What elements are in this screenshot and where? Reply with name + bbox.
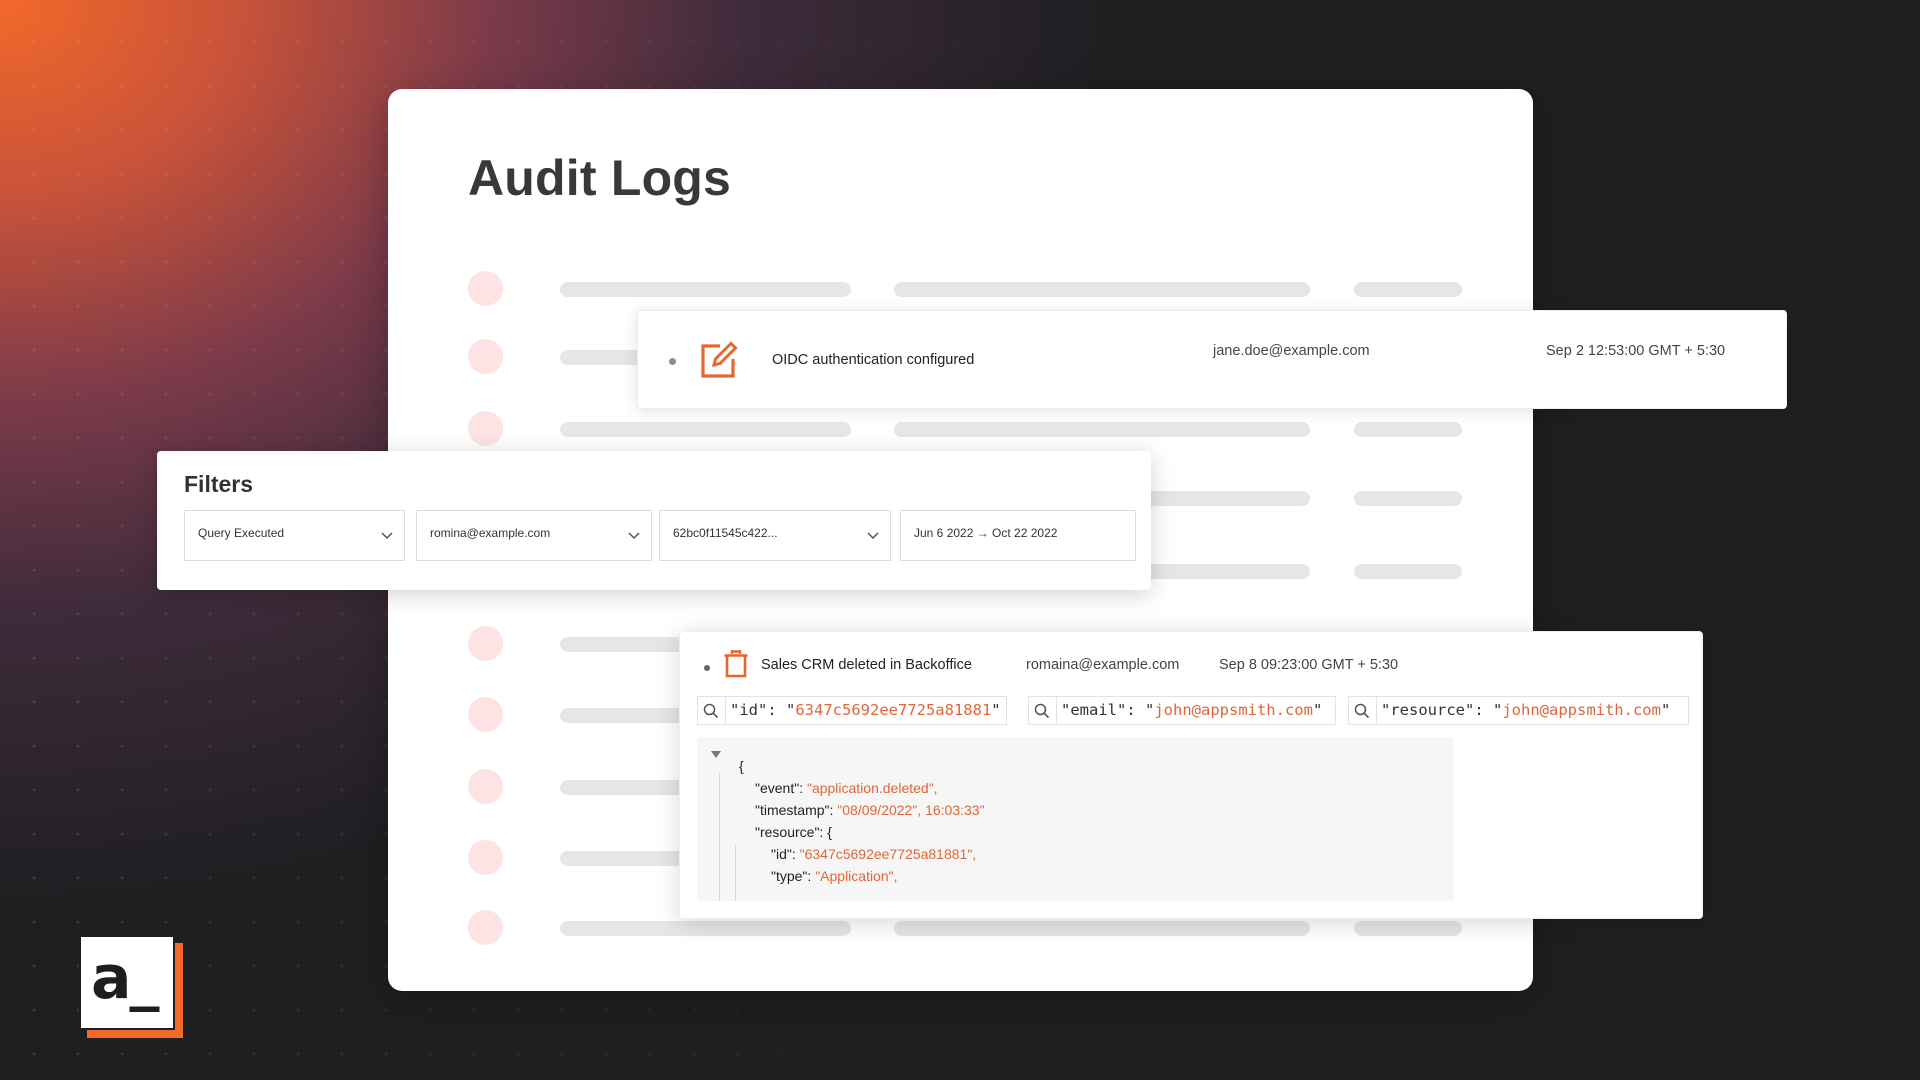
search-chip-id[interactable]: "id": "6347c5692ee7725a81881" (697, 696, 1007, 725)
chevron-down-icon (867, 532, 879, 540)
event-user: romaina@example.com (1026, 657, 1180, 673)
chip-text: "email": "john@appsmith.com" (1061, 701, 1323, 719)
appsmith-logo: a_ (79, 935, 183, 1038)
skeleton-avatar (468, 626, 503, 661)
json-line: "event": "application.deleted", (755, 780, 938, 796)
log-entry-oidc[interactable]: OIDC authentication configured jane.doe@… (637, 310, 1787, 409)
edit-icon (701, 341, 738, 378)
search-icon (1354, 703, 1370, 719)
skeleton-bar (560, 282, 851, 297)
log-entry-detail[interactable]: Sales CRM deleted in Backoffice romaina@… (679, 631, 1703, 919)
filters-title: Filters (184, 471, 254, 497)
filter-value: Jun 6 2022 → Oct 22 2022 (914, 526, 1058, 540)
json-guide-line (735, 845, 736, 901)
skeleton-avatar (468, 840, 503, 875)
event-name: Sales CRM deleted in Backoffice (761, 657, 972, 673)
filter-value: 62bc0f11545c422... (673, 526, 778, 540)
chevron-down-icon (381, 532, 393, 540)
logo-text: a_ (91, 943, 159, 1013)
skeleton-bar (894, 282, 1310, 297)
skeleton-row (388, 408, 1533, 448)
json-line: "type": "Application", (771, 868, 898, 884)
skeleton-avatar (468, 411, 503, 446)
skeleton-avatar (468, 339, 503, 374)
skeleton-avatar (468, 697, 503, 732)
page-title: Audit Logs (468, 150, 732, 206)
event-type-filter[interactable]: Query Executed (184, 510, 405, 561)
logo-face: a_ (79, 935, 175, 1030)
chip-text: "id": "6347c5692ee7725a81881" (730, 701, 1001, 719)
skeleton-avatar (468, 769, 503, 804)
skeleton-avatar (468, 271, 503, 306)
skeleton-bar (894, 921, 1310, 936)
filter-value: Query Executed (198, 526, 285, 540)
chip-divider (1056, 697, 1057, 724)
skeleton-bar (1354, 564, 1462, 579)
resource-id-filter[interactable]: 62bc0f11545c422... (659, 510, 891, 561)
chip-divider (725, 697, 726, 724)
chip-text: "resource": "john@appsmith.com" (1381, 701, 1671, 719)
bullet-dot (704, 665, 710, 671)
event-name: OIDC authentication configured (772, 352, 975, 368)
collapse-caret-icon[interactable] (711, 751, 721, 759)
skeleton-bar (560, 921, 851, 936)
json-line: "id": "6347c5692ee7725a81881", (771, 846, 977, 862)
json-guide-line (719, 773, 720, 901)
event-time: Sep 8 09:23:00 GMT + 5:30 (1219, 657, 1399, 673)
user-filter[interactable]: romina@example.com (416, 510, 652, 561)
search-icon (703, 703, 719, 719)
chip-divider (1376, 697, 1377, 724)
json-line: { (739, 758, 744, 774)
skeleton-bar (1354, 491, 1462, 506)
trash-icon (724, 650, 748, 678)
filters-panel: Filters Query Executed romina@example.co… (157, 451, 1151, 590)
skeleton-avatar (468, 910, 503, 945)
json-viewer: { "event": "application.deleted", "times… (697, 737, 1454, 901)
chevron-down-icon (628, 532, 640, 540)
date-range-filter[interactable]: Jun 6 2022 → Oct 22 2022 (900, 510, 1136, 561)
skeleton-bar (1354, 921, 1462, 936)
json-line: "timestamp": "08/09/2022", 16:03:33" (755, 802, 985, 818)
json-line: "resource": { (755, 824, 832, 840)
filter-value: romina@example.com (430, 526, 551, 540)
skeleton-bar (1354, 282, 1462, 297)
search-chip-email[interactable]: "email": "john@appsmith.com" (1028, 696, 1336, 725)
bullet-dot (669, 358, 676, 365)
search-chip-resource[interactable]: "resource": "john@appsmith.com" (1348, 696, 1689, 725)
event-time: Sep 2 12:53:00 GMT + 5:30 (1546, 343, 1726, 359)
skeleton-row (388, 268, 1533, 308)
event-user: jane.doe@example.com (1213, 343, 1370, 359)
skeleton-bar (894, 422, 1310, 437)
skeleton-bar (1354, 422, 1462, 437)
search-icon (1034, 703, 1050, 719)
skeleton-bar (560, 422, 851, 437)
